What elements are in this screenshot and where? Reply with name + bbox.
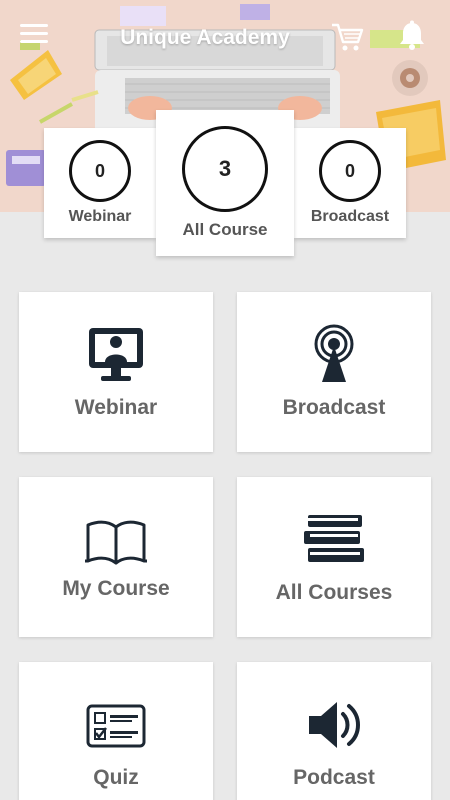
tile-webinar[interactable]: Webinar (19, 292, 213, 452)
tile-label-podcast: Podcast (293, 766, 375, 789)
all-course-stat-label: All Course (182, 220, 268, 239)
tile-my-course[interactable]: My Course (19, 477, 213, 637)
broadcast-count: 0 (319, 140, 381, 202)
quiz-checklist-icon (19, 704, 213, 748)
speaker-icon (237, 696, 431, 754)
all-course-count: 3 (182, 126, 268, 212)
broadcast-stat-label: Broadcast (310, 208, 390, 225)
stat-card-webinar[interactable]: 0 Webinar (44, 128, 156, 238)
tile-broadcast[interactable]: Broadcast (237, 292, 431, 452)
stat-card-broadcast[interactable]: 0 Broadcast (294, 128, 406, 238)
webinar-count: 0 (69, 140, 131, 202)
tile-label-broadcast: Broadcast (282, 396, 386, 419)
tile-label-webinar: Webinar (74, 396, 158, 419)
cart-icon[interactable] (330, 20, 364, 54)
tile-quiz[interactable]: Quiz (19, 662, 213, 800)
broadcast-tower-icon (237, 324, 431, 384)
webinar-stat-label: Webinar (68, 208, 132, 225)
stat-card-all-course[interactable]: 3 All Course (156, 110, 294, 256)
open-book-icon (19, 519, 213, 565)
tile-podcast[interactable]: Podcast (237, 662, 431, 800)
tile-label-my-course: My Course (62, 577, 170, 600)
tile-label-quiz: Quiz (93, 766, 139, 789)
tile-all-courses[interactable]: All Courses (237, 477, 431, 637)
tile-label-all-courses: All Courses (275, 581, 393, 604)
monitor-presenter-icon (19, 326, 213, 384)
book-stack-icon (237, 513, 431, 565)
bell-icon[interactable] (398, 20, 426, 50)
